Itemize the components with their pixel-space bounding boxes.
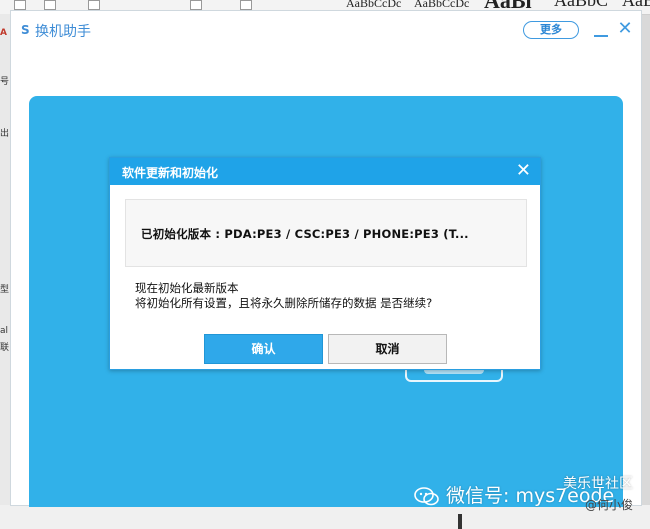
dialog-title: 软件更新和初始化 bbox=[122, 166, 219, 180]
ribbon-tool-icon bbox=[14, 0, 26, 10]
background-fragment: 型 bbox=[0, 285, 10, 295]
more-button[interactable]: 更多 bbox=[523, 21, 579, 39]
version-text: 已初始化版本 : PDA:PE3 / CSC:PE3 / PHONE:PE3 (… bbox=[141, 227, 469, 241]
cancel-button[interactable]: 取消 bbox=[328, 334, 447, 364]
ribbon-tool-icon bbox=[190, 0, 202, 10]
watermark-author: @何小俊 bbox=[585, 498, 634, 512]
background-fragment: 联 bbox=[0, 343, 10, 353]
text-cursor bbox=[458, 514, 462, 529]
ribbon-tool-icon bbox=[44, 0, 56, 10]
watermark-community: 美乐世社区 bbox=[563, 476, 633, 492]
close-window-button[interactable]: ✕ bbox=[617, 19, 633, 39]
background-fragment: al bbox=[0, 326, 9, 336]
dialog-header: 软件更新和初始化 ✕ bbox=[110, 158, 540, 185]
ribbon-tool-icon bbox=[88, 0, 100, 10]
title-bar[interactable]: S 换机助手 更多 ✕ bbox=[11, 11, 641, 49]
background-bottom-bar bbox=[0, 505, 650, 529]
background-fragment: A bbox=[0, 28, 7, 38]
dialog-close-button[interactable]: ✕ bbox=[516, 161, 531, 181]
background-fragment: 号 bbox=[0, 77, 10, 87]
dialog-message: 现在初始化最新版本 bbox=[135, 281, 239, 295]
minimize-button[interactable] bbox=[593, 21, 609, 39]
update-init-dialog: 软件更新和初始化 ✕ 已初始化版本 : PDA:PE3 / CSC:PE3 / … bbox=[109, 157, 541, 370]
app-title: 换机助手 bbox=[35, 24, 91, 40]
ribbon-tool-icon bbox=[240, 0, 252, 10]
minimize-icon bbox=[594, 35, 608, 37]
background-fragment: 出 bbox=[0, 129, 10, 139]
dialog-warning: 将初始化所有设置，且将永久删除所储存的数据 是否继续? bbox=[135, 296, 433, 310]
confirm-button[interactable]: 确认 bbox=[204, 334, 323, 364]
app-logo-icon: S bbox=[21, 23, 30, 37]
version-info-box: 已初始化版本 : PDA:PE3 / CSC:PE3 / PHONE:PE3 (… bbox=[125, 199, 527, 267]
wechat-logo-icon bbox=[414, 487, 439, 506]
